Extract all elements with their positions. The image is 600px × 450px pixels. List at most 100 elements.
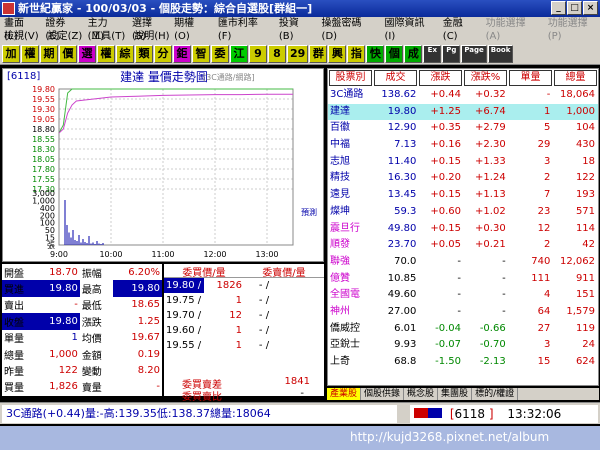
toolbar-button[interactable]: 價 xyxy=(59,44,77,63)
menu-item[interactable]: 匯市利率(F) xyxy=(218,17,270,42)
order-book-row[interactable]: 19.75 / 1 - / xyxy=(164,293,324,308)
taskbar: http://kujd3268.pixnet.net/album xyxy=(0,426,600,450)
toolbar-icon-button[interactable]: Book xyxy=(487,44,514,63)
quote-row[interactable]: 志旭 11.40 +0.15 +1.33 3 18 xyxy=(328,154,598,171)
toolbar-button[interactable]: 鉅 xyxy=(173,44,191,63)
quote-row[interactable]: 中福 7.13 +0.16 +2.30 29 430 xyxy=(328,137,598,154)
menu-item[interactable]: 證券(E) xyxy=(45,17,78,42)
menu-item[interactable]: 國際資訊(I) xyxy=(384,17,433,42)
toolbar-icon-button[interactable]: Pg xyxy=(442,44,461,63)
toolbar-icon-button[interactable]: Page xyxy=(461,44,487,63)
price-chart[interactable]: 19.8019.5519.3019.0518.8018.5518.3018.05… xyxy=(3,85,323,261)
menu-item[interactable]: 設定(Z) xyxy=(48,30,83,43)
column-header[interactable]: 單量 xyxy=(509,70,552,86)
category-tab[interactable]: 標的/權證 xyxy=(472,388,519,400)
stats-value: 1.25 xyxy=(137,315,160,327)
toolbar-button[interactable]: 興 xyxy=(328,44,347,63)
menu-item[interactable]: 投資(B) xyxy=(279,17,313,42)
order-book-row[interactable]: 19.55 / 1 - / xyxy=(164,338,324,353)
quote-cell: +0.21 xyxy=(475,239,506,251)
order-book-row[interactable]: 19.60 / 1 - / xyxy=(164,323,324,338)
toolbar-button[interactable]: 智 xyxy=(192,44,210,63)
category-tab[interactable]: 集團股 xyxy=(438,388,473,400)
stats-row: 單量 1 均價 19.67 xyxy=(2,330,162,346)
category-tab[interactable]: 概念股 xyxy=(404,388,439,400)
toolbar-icon-button[interactable]: Ex xyxy=(423,44,442,63)
order-book-row[interactable]: 19.70 / 12 - / xyxy=(164,308,324,323)
toolbar-button[interactable]: 權 xyxy=(97,44,115,63)
stock-name: 遠見 xyxy=(330,189,350,201)
toolbar-button[interactable]: 綜 xyxy=(116,44,134,63)
toolbar-button[interactable]: 分 xyxy=(154,44,172,63)
ask-price: - / xyxy=(258,340,270,351)
quote-cell: - xyxy=(457,272,462,284)
toolbar-button[interactable]: 權 xyxy=(21,44,39,63)
toolbar-button[interactable]: 9 xyxy=(249,44,267,63)
toolbar-button[interactable]: 群 xyxy=(309,44,328,63)
quote-row[interactable]: 亞銳士 9.93 -0.07 -0.70 3 24 xyxy=(328,337,598,354)
menu-item[interactable]: 選擇(S) xyxy=(132,17,165,42)
toolbar-button[interactable]: 指 xyxy=(347,44,366,63)
quote-cell: 19.80 xyxy=(387,105,417,117)
quote-row[interactable]: 全國電 49.60 - - 4 151 xyxy=(328,287,598,304)
column-header[interactable]: 股票別 xyxy=(329,70,372,86)
quote-row[interactable]: 3C通路 138.62 +0.44 +0.32 -18,064 xyxy=(328,87,598,104)
menu-item[interactable]: 功能選擇(A) xyxy=(486,17,539,42)
toolbar-button[interactable]: 加 xyxy=(2,44,20,63)
quote-row[interactable]: 精技 16.30 +0.20 +1.24 2 122 xyxy=(328,170,598,187)
quote-row[interactable]: 震旦行 49.80 +0.15 +0.30 12 114 xyxy=(328,221,598,238)
minimize-button[interactable]: _ xyxy=(551,1,566,15)
quote-cell: 16.30 xyxy=(387,172,417,184)
quote-cell: 5 xyxy=(543,122,551,134)
quote-row[interactable]: 百徽 12.90 +0.35 +2.79 5 104 xyxy=(328,120,598,137)
menu-item[interactable]: 主力(M) xyxy=(88,17,123,42)
toolbar-button[interactable]: 江 xyxy=(230,44,248,63)
quote-cell: 42 xyxy=(582,239,596,251)
column-header[interactable]: 漲跌 xyxy=(419,70,462,86)
quote-row[interactable]: 聯強 70.0 - - 740 12,062 xyxy=(328,254,598,271)
toolbar-button[interactable]: 個 xyxy=(385,44,404,63)
quote-row[interactable]: 上奇 68.8 -1.50 -2.13 15 624 xyxy=(328,354,598,371)
bid-price: 19.55 / xyxy=(166,340,202,351)
quote-row[interactable]: 神州 27.00 - - 64 1,579 xyxy=(328,304,598,321)
toolbar-button[interactable]: 選 xyxy=(78,44,96,63)
toolbar-button[interactable]: 29 xyxy=(287,44,309,63)
column-header[interactable]: 總量 xyxy=(554,70,597,86)
quote-row[interactable]: 燦坤 59.3 +0.60 +1.02 23 571 xyxy=(328,204,598,221)
plot-frame xyxy=(58,88,294,246)
close-button[interactable]: × xyxy=(583,1,598,15)
menu-item[interactable]: 期權(O) xyxy=(174,17,209,42)
stock-name: 億贊 xyxy=(330,272,350,284)
quote-row[interactable]: 順發 23.70 +0.05 +0.21 2 42 xyxy=(328,237,598,254)
order-book-row[interactable]: 19.80 / 1826 - / xyxy=(164,278,324,293)
menu-item[interactable]: 工具(T) xyxy=(91,30,125,43)
toolbar-button[interactable]: 類 xyxy=(135,44,153,63)
x-tick-label: 9:00 xyxy=(50,250,68,259)
menu-item[interactable]: 功能選擇(P) xyxy=(548,17,600,42)
order-book-panel: 委買價/量 委賣價/量 19.80 /1826- /19.75 /1- /19.… xyxy=(164,264,324,403)
menu-item[interactable]: 檢視(V) xyxy=(4,30,39,43)
toolbar-button[interactable]: 期 xyxy=(40,44,58,63)
category-tab[interactable]: 產業股 xyxy=(327,388,362,400)
quote-row[interactable]: 遠見 13.45 +0.15 +1.13 7 193 xyxy=(328,187,598,204)
status-code[interactable]: 6118 xyxy=(455,407,486,421)
column-header[interactable]: 成交 xyxy=(374,70,417,86)
category-tab[interactable]: 個股供錄 xyxy=(361,388,405,400)
quote-cell: +0.32 xyxy=(475,89,506,100)
menu-item[interactable]: 金融(C) xyxy=(443,17,477,42)
toolbar-button[interactable]: 成 xyxy=(404,44,423,63)
menu-item[interactable]: 操盤密碼(D) xyxy=(322,17,376,42)
quote-row[interactable]: 億贊 10.85 - - 111 911 xyxy=(328,271,598,288)
column-header[interactable]: 漲跌% xyxy=(464,70,507,86)
quote-row[interactable]: 建達 19.80 +1.25 +6.74 1 1,000 xyxy=(328,103,598,121)
quote-cell: - xyxy=(502,272,506,284)
toolbar-button[interactable]: 快 xyxy=(366,44,385,63)
menu-item[interactable]: 說明(H) xyxy=(134,30,169,43)
stats-value: 6.20% xyxy=(128,266,160,278)
maximize-button[interactable]: □ xyxy=(567,1,582,15)
toolbar-button[interactable]: 委 xyxy=(211,44,229,63)
toolbar-button[interactable]: 8 xyxy=(268,44,286,63)
quote-cell: +0.60 xyxy=(430,205,462,217)
menu-item[interactable]: 畫面(L) xyxy=(4,17,36,42)
quote-row[interactable]: 僑威控 6.01 -0.04 -0.66 27 119 xyxy=(328,321,598,338)
